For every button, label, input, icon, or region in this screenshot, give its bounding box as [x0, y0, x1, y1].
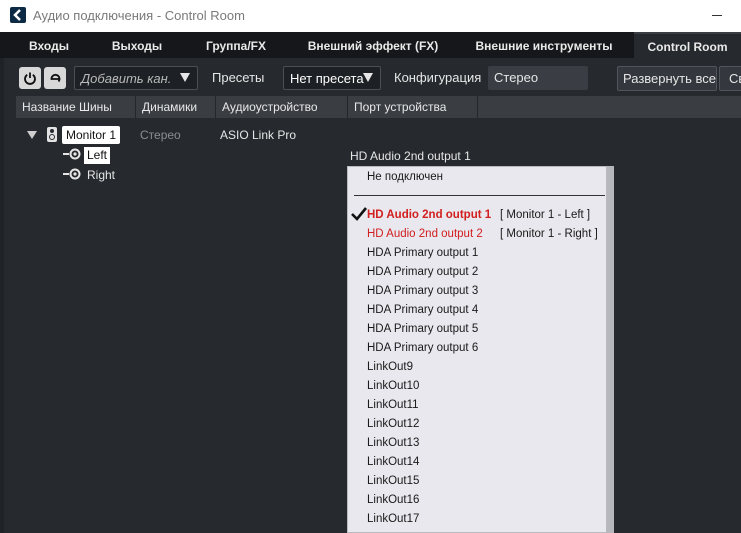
column-headers: Название Шины Динамики Аудиоустройство П… [16, 96, 741, 118]
channel-left-port[interactable]: HD Audio 2nd output 1 [350, 149, 471, 163]
checkmark-icon [351, 207, 367, 221]
menu-item-port[interactable]: HD Audio 2nd output 2 [367, 228, 483, 240]
menu-item-assignment: [ Monitor 1 - Left ] [500, 209, 591, 221]
menu-item-port[interactable]: HDA Primary output 4 [367, 304, 478, 316]
window-title: Аудио подключения - Control Room [33, 8, 245, 23]
menu-item-port[interactable]: HD Audio 2nd output 1 [367, 209, 491, 221]
menu-item-port[interactable]: LinkOut16 [367, 494, 419, 506]
tab-external-instruments[interactable]: Внешние инструменты [454, 32, 634, 58]
menu-item-port[interactable]: LinkOut17 [367, 513, 419, 525]
port-dropdown-menu: Не подключен HD Audio 2nd output 1 [ Mon… [347, 166, 607, 533]
chevron-down-icon [180, 73, 190, 82]
tab-control-room[interactable]: Control Room [634, 32, 741, 58]
more-button[interactable]: Св [719, 66, 741, 91]
tab-bar: Входы Выходы Группа/FX Внешний эффект (F… [0, 32, 741, 58]
toolbar: Добавить кан. Пресеты Нет пресета Конфиг… [4, 58, 741, 98]
add-channel-dropdown[interactable]: Добавить кан. [74, 66, 198, 90]
configuration-value: Стерео [494, 70, 539, 85]
tab-inputs[interactable]: Входы [4, 32, 94, 58]
power-icon [24, 72, 36, 85]
chevron-down-icon [363, 73, 373, 82]
menu-shadow [606, 166, 614, 533]
menu-item-port[interactable]: LinkOut13 [367, 437, 419, 449]
speaker-icon [47, 127, 57, 142]
power-button[interactable] [19, 67, 41, 89]
expand-all-button[interactable]: Развернуть все [617, 66, 717, 91]
output-port-icon [63, 148, 81, 160]
expand-arrow-icon[interactable] [27, 131, 37, 139]
menu-item-port[interactable]: HDA Primary output 2 [367, 266, 478, 278]
column-audio-device[interactable]: Аудиоустройство [216, 96, 348, 118]
bus-audio-device[interactable]: ASIO Link Pro [220, 128, 296, 142]
menu-item-not-connected[interactable]: Не подключен [367, 171, 443, 183]
edit-e-icon [50, 73, 61, 83]
bus-speakers[interactable]: Стерео [140, 128, 181, 142]
menu-item-port[interactable]: LinkOut14 [367, 456, 419, 468]
edit-button[interactable] [44, 67, 66, 89]
menu-item-port[interactable]: HDA Primary output 1 [367, 247, 478, 259]
menu-item-port[interactable]: LinkOut15 [367, 475, 419, 487]
menu-separator [354, 195, 605, 196]
output-port-icon [63, 168, 81, 180]
column-bus-name[interactable]: Название Шины [16, 96, 136, 118]
menu-item-port[interactable]: HDA Primary output 5 [367, 323, 478, 335]
presets-value: Нет пресета [290, 71, 364, 86]
minimize-icon[interactable] [712, 15, 722, 16]
menu-item-port[interactable]: LinkOut9 [367, 361, 413, 373]
cubase-logo-icon [10, 7, 26, 23]
channel-right-label[interactable]: Right [87, 168, 115, 182]
menu-item-port[interactable]: LinkOut10 [367, 380, 419, 392]
menu-item-port[interactable]: LinkOut12 [367, 418, 419, 430]
tab-external-fx[interactable]: Внешний эффект (FX) [292, 32, 454, 58]
menu-item-port[interactable]: LinkOut11 [367, 399, 419, 411]
menu-item-port[interactable]: HDA Primary output 3 [367, 285, 478, 297]
tab-group-fx[interactable]: Группа/FX [180, 32, 292, 58]
presets-dropdown[interactable]: Нет пресета [283, 66, 381, 90]
configuration-field[interactable]: Стерео [488, 66, 588, 90]
column-device-port[interactable]: Порт устройства [348, 96, 478, 118]
add-channel-placeholder: Добавить кан. [81, 71, 172, 86]
tab-outputs[interactable]: Выходы [94, 32, 180, 58]
menu-item-port[interactable]: HDA Primary output 6 [367, 342, 478, 354]
title-bar: Аудио подключения - Control Room [0, 0, 741, 32]
bus-name[interactable]: Monitor 1 [62, 126, 121, 144]
configuration-label: Конфигурация [394, 70, 482, 85]
presets-label: Пресеты [212, 70, 265, 85]
menu-item-assignment: [ Monitor 1 - Right ] [500, 228, 598, 240]
column-speakers[interactable]: Динамики [136, 96, 216, 118]
channel-left-label[interactable]: Left [84, 147, 111, 164]
